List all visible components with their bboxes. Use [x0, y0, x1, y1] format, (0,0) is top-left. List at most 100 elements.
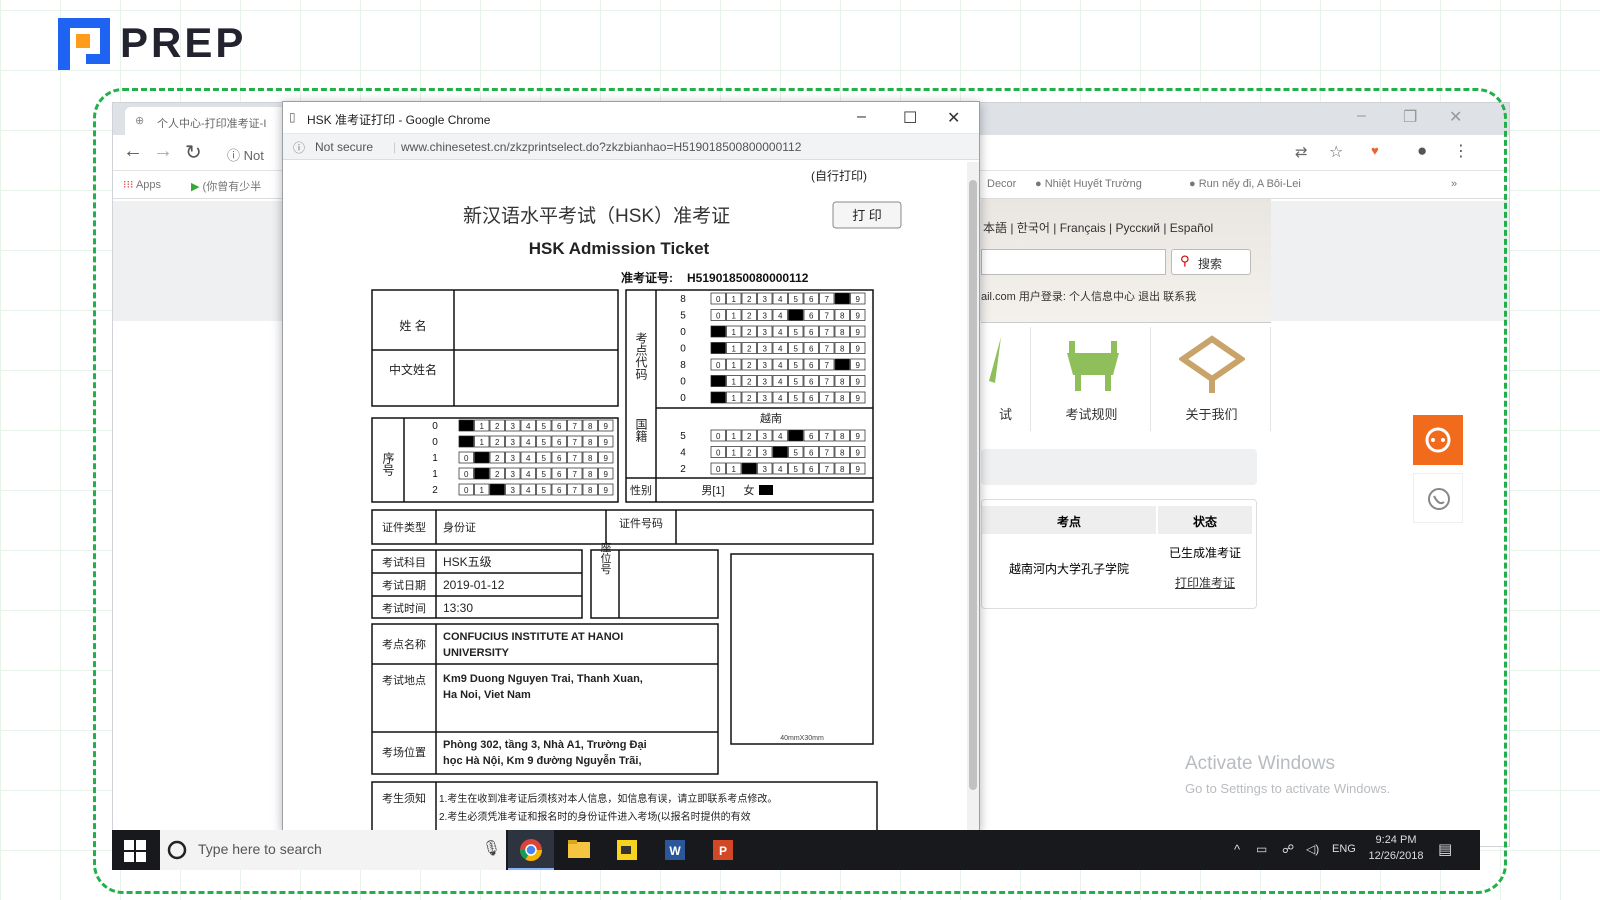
center-code-label: 考点代码	[634, 332, 648, 380]
chrome-icon[interactable]	[508, 830, 554, 870]
bubble-digit: 1	[732, 345, 737, 354]
bubble-digit: 5	[794, 328, 799, 337]
phone-button[interactable]	[1413, 473, 1463, 523]
clock-time[interactable]: 9:24 PM	[1374, 834, 1418, 846]
center-name-label: 考点名称	[382, 637, 426, 651]
site-search-input[interactable]	[981, 249, 1166, 275]
back-icon[interactable]: ←	[123, 140, 143, 163]
nav-tile-about[interactable]: 关于我们	[1153, 327, 1271, 431]
menu-icon[interactable]: ⋮	[1453, 141, 1469, 161]
bookmark-star-icon[interactable]: ☆	[1329, 142, 1343, 162]
self-print-label: (自行打印)	[811, 169, 867, 183]
bubble-digit: 8	[840, 378, 845, 387]
nav-tile-exam[interactable]: 试	[981, 327, 1031, 431]
clock-date[interactable]: 12/26/2018	[1364, 850, 1428, 862]
bubble-digit: 3	[763, 345, 768, 354]
bubble-digit: 4	[778, 328, 783, 337]
word-icon[interactable]: W	[652, 830, 698, 870]
bookmark-item[interactable]: Decor	[987, 178, 1016, 190]
bookmark-item[interactable]: ● Nhiệt Huyết Trường	[1035, 178, 1142, 190]
address-bar[interactable]: ⓘ Not	[227, 145, 264, 164]
powerpoint-icon[interactable]: P	[700, 830, 746, 870]
account-icon[interactable]: ●	[1417, 141, 1427, 161]
bubble-digit: 7	[825, 394, 830, 403]
bubble-digit: 1	[732, 378, 737, 387]
input-language[interactable]: ENG	[1332, 843, 1356, 855]
language-links[interactable]: 本語 | 한국어 | Français | Русский | Español	[983, 219, 1213, 236]
bubble-digit: 0	[716, 465, 721, 474]
reload-icon[interactable]: ↻	[185, 140, 202, 165]
user-bar[interactable]: ail.com 用户登录: 个人信息中心 退出 联系我	[981, 288, 1196, 304]
print-button[interactable]: 打 印	[832, 201, 902, 229]
bubble-filled	[710, 391, 726, 404]
translate-icon[interactable]: ⇄	[1295, 143, 1308, 161]
bubble-digit: 7	[825, 312, 830, 321]
popup-scroll-thumb[interactable]	[969, 180, 977, 790]
bubble-digit: 4	[778, 345, 783, 354]
tray-chevron-icon[interactable]: ^	[1234, 842, 1240, 857]
site-search-button[interactable]: ⚲ 搜索	[1171, 249, 1251, 275]
bubble-digit: 6	[809, 295, 814, 304]
nav-tile-rules[interactable]: 考试规则	[1033, 327, 1151, 431]
separator: |	[393, 140, 397, 154]
bubble-digit: 2	[747, 378, 752, 387]
bubble-row-digit: 0	[680, 344, 686, 355]
bubble-digit: 9	[856, 345, 861, 354]
ticket-number-label: 准考证号:	[621, 270, 673, 285]
bubble-digit: 6	[809, 345, 814, 354]
extension-icon[interactable]: ♥	[1371, 143, 1379, 158]
bubble-digit: 7	[573, 438, 578, 447]
bubble-digit: 3	[763, 465, 768, 474]
bubble-digit: 0	[464, 470, 469, 479]
network-icon[interactable]: ☍	[1282, 842, 1294, 856]
bubble-digit: 6	[557, 486, 562, 495]
bookmark-apps[interactable]: ⁝⁝⁝ Apps	[123, 178, 161, 191]
bubble-filled	[772, 446, 788, 458]
tray-device-icon[interactable]: ▭	[1256, 842, 1267, 856]
bubble-digit: 6	[557, 470, 562, 479]
bubble-row-digit: 2	[432, 485, 438, 496]
volume-icon[interactable]: ◁)	[1306, 842, 1319, 856]
bubble-digit: 7	[825, 432, 830, 441]
more-bookmarks-icon[interactable]: »	[1451, 178, 1457, 190]
popup-address-bar[interactable]: ⓘ Not secure | www.chinesetest.cn/zkzpri…	[283, 134, 979, 160]
print-ticket-link[interactable]: 打印准考证	[1158, 574, 1252, 591]
bubble-digit: 1	[732, 312, 737, 321]
bubble-digit: 1	[732, 361, 737, 370]
bookmark-item[interactable]: ● Run nếy đi, A Bôi-Lei	[1189, 178, 1301, 190]
forward-icon[interactable]: →	[153, 140, 173, 163]
bubble-digit: 7	[825, 378, 830, 387]
taskbar-search-box[interactable]: Type here to search 🎙	[160, 830, 506, 870]
sticky-notes-icon[interactable]	[604, 830, 650, 870]
seq-label: 序号	[381, 451, 395, 476]
close-icon[interactable]: ✕	[947, 108, 960, 128]
print-button-label: 打 印	[852, 208, 882, 223]
bubble-digit: 9	[604, 486, 609, 495]
action-center-icon[interactable]: ▤	[1438, 840, 1452, 858]
minimize-icon[interactable]: –	[1357, 107, 1366, 125]
bubble-row-digit: 4	[680, 448, 686, 459]
bubble-digit: 9	[856, 312, 861, 321]
address-text: Not	[243, 148, 264, 163]
bubble-digit: 5	[794, 449, 799, 458]
bubble-digit: 4	[778, 394, 783, 403]
bubble-row-digit: 0	[432, 437, 438, 448]
bubble-digit: 9	[856, 328, 861, 337]
maximize-icon[interactable]: ❐	[1403, 107, 1417, 127]
support-chat-button[interactable]	[1413, 415, 1463, 465]
seat-label: 座位号	[599, 540, 612, 575]
bubble-digit: 4	[778, 465, 783, 474]
bubble-digit: 8	[840, 312, 845, 321]
close-icon[interactable]: ✕	[1449, 107, 1462, 127]
bubble-digit: 8	[840, 465, 845, 474]
microphone-icon[interactable]: 🎙	[482, 839, 501, 857]
minimize-icon[interactable]: –	[857, 108, 866, 126]
bubble-filled	[710, 325, 726, 338]
headset-icon	[1425, 427, 1451, 453]
windows-start-icon[interactable]	[124, 840, 146, 862]
file-explorer-icon[interactable]	[556, 830, 602, 870]
bookmark-item[interactable]: ▶ (你曾有少半	[191, 178, 261, 194]
maximize-icon[interactable]: ☐	[903, 108, 917, 128]
browser-tab[interactable]: ⊕ 个人中心-打印准考证-I	[125, 107, 295, 135]
bubble-digit: 9	[856, 465, 861, 474]
